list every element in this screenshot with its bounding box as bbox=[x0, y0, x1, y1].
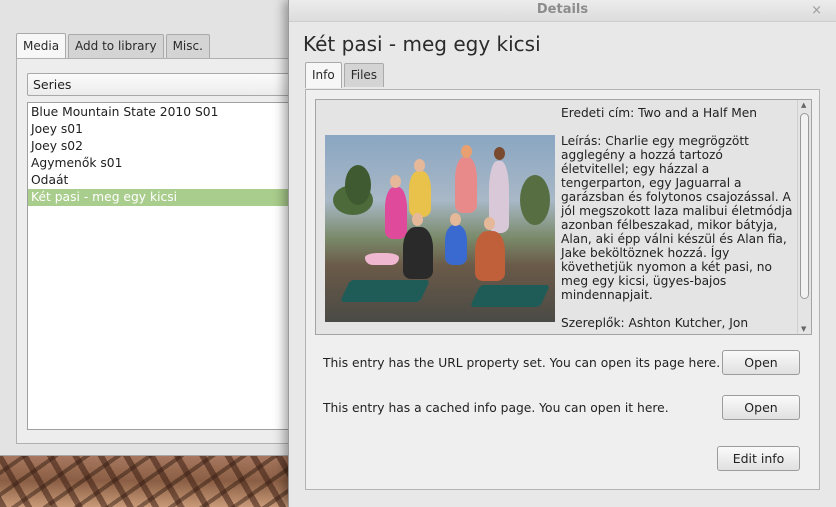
tab-add-to-library[interactable]: Add to library bbox=[68, 34, 164, 58]
list-item[interactable]: Joey s02 bbox=[28, 138, 301, 155]
cache-info-text: This entry has a cached info page. You c… bbox=[323, 401, 669, 415]
main-window: Media Add to library Misc. Series Blue M… bbox=[0, 0, 301, 456]
list-item[interactable]: Agymenők s01 bbox=[28, 155, 301, 172]
cast-text: Szereplők: Ashton Kutcher, Jon bbox=[561, 316, 749, 330]
description-text: Leírás: Charlie egy megrögzött agglegény… bbox=[561, 134, 793, 302]
open-url-button[interactable]: Open bbox=[722, 350, 800, 375]
page-title: Két pasi - meg egy kicsi bbox=[303, 32, 541, 56]
tab-files[interactable]: Files bbox=[343, 63, 385, 87]
open-cached-page-button[interactable]: Open bbox=[722, 395, 800, 420]
tab-misc[interactable]: Misc. bbox=[165, 34, 210, 58]
list-item[interactable]: Odaát bbox=[28, 172, 301, 189]
info-view[interactable]: Eredeti cím: Two and a Half Men Leírás: … bbox=[315, 99, 812, 335]
media-list[interactable]: Blue Mountain State 2010 S01 Joey s01 Jo… bbox=[27, 102, 301, 430]
list-item[interactable]: Joey s01 bbox=[28, 121, 301, 138]
scroll-up-arrow-icon[interactable]: ▲ bbox=[801, 101, 806, 109]
cover-image bbox=[325, 135, 555, 322]
list-item[interactable]: Blue Mountain State 2010 S01 bbox=[28, 104, 301, 121]
media-panel: Series Blue Mountain State 2010 S01 Joey… bbox=[16, 58, 301, 444]
scrollbar-thumb[interactable] bbox=[800, 113, 809, 299]
original-title-text: Eredeti cím: Two and a Half Men bbox=[561, 106, 757, 120]
main-tab-bar: Media Add to library Misc. bbox=[16, 33, 212, 59]
info-text: Eredeti cím: Two and a Half Men Leírás: … bbox=[561, 106, 793, 334]
info-scrollbar[interactable]: ▲ ▼ bbox=[797, 100, 811, 334]
tab-info[interactable]: Info bbox=[305, 62, 342, 88]
dialog-tab-bar: Info Files bbox=[305, 62, 386, 89]
category-select[interactable]: Series bbox=[27, 73, 301, 96]
list-item-selected[interactable]: Két pasi - meg egy kicsi bbox=[28, 189, 301, 206]
dialog-title: Details bbox=[536, 2, 589, 17]
close-icon[interactable]: × bbox=[811, 3, 822, 18]
desktop-wallpaper bbox=[0, 455, 300, 507]
edit-info-button[interactable]: Edit info bbox=[717, 446, 800, 471]
url-info-text: This entry has the URL property set. You… bbox=[323, 356, 721, 370]
dialog-titlebar[interactable]: Details × bbox=[289, 0, 836, 22]
details-dialog: Details × Két pasi - meg egy kicsi Info … bbox=[288, 0, 836, 507]
tab-media[interactable]: Media bbox=[16, 33, 67, 59]
scroll-down-arrow-icon[interactable]: ▼ bbox=[801, 325, 806, 333]
info-tab-panel: Eredeti cím: Two and a Half Men Leírás: … bbox=[305, 89, 820, 490]
